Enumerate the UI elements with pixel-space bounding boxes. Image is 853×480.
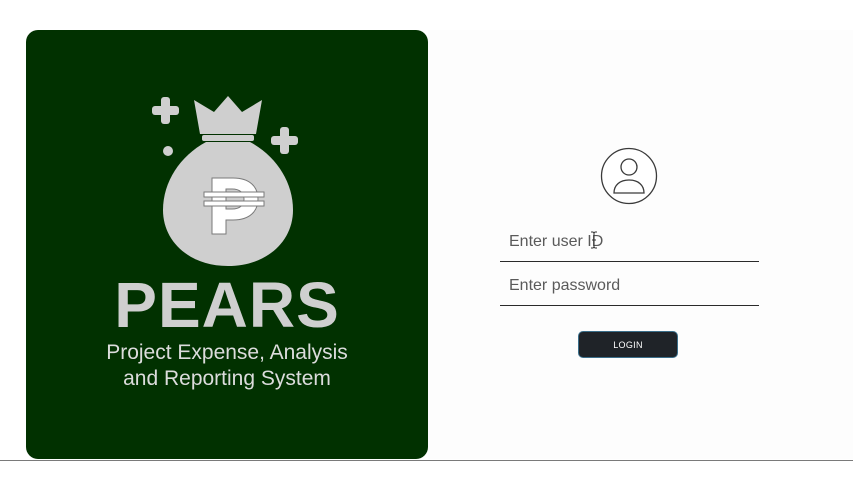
brand-subtitle: Project Expense, Analysis and Reporting … bbox=[26, 340, 428, 392]
brand-title: PEARS bbox=[114, 269, 340, 341]
user-circle-icon bbox=[600, 147, 658, 205]
brand-subtitle-line-1: Project Expense, Analysis bbox=[106, 341, 348, 364]
password-field[interactable] bbox=[500, 266, 759, 306]
login-page: PEARS Project Expense, Analysis and Repo… bbox=[0, 0, 853, 480]
money-bag-peso-icon bbox=[152, 96, 298, 266]
brand-subtitle-line-2: and Reporting System bbox=[123, 367, 331, 390]
login-button[interactable]: LOGIN bbox=[578, 331, 678, 358]
bottom-divider bbox=[0, 460, 853, 461]
user-id-field[interactable] bbox=[500, 222, 759, 262]
text-cursor-icon bbox=[591, 231, 597, 249]
top-strip bbox=[0, 0, 853, 30]
